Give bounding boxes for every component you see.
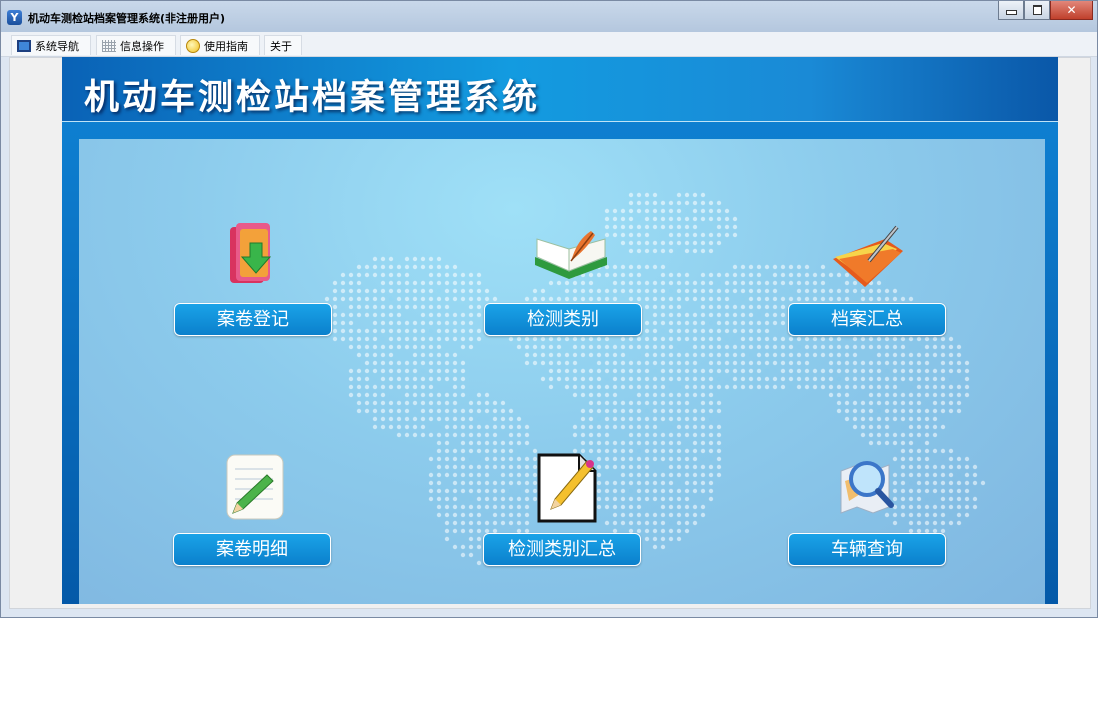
tab-label: 系统导航: [35, 39, 79, 53]
case-registration-button[interactable]: 案卷登记: [174, 303, 332, 336]
case-details-button[interactable]: 案卷明细: [173, 533, 331, 566]
title-bar[interactable]: Y 机动车测检站档案管理系统(非注册用户) ✕: [1, 1, 1097, 32]
map-magnifier-icon[interactable]: [835, 451, 901, 517]
window-controls: ✕: [998, 1, 1093, 20]
minimize-button[interactable]: [998, 1, 1024, 20]
lightbulb-icon: [186, 38, 200, 53]
main-panel: 机动车测检站档案管理系统 案卷登记 检测类别 档案汇总 案卷明细 检测类别汇总 …: [62, 57, 1058, 604]
banner: 机动车测检站档案管理系统: [62, 57, 1058, 122]
tab-label: 关于: [270, 39, 292, 53]
tab-label: 信息操作: [120, 39, 164, 53]
tab-user-guide[interactable]: 使用指南: [180, 35, 260, 55]
open-book-quill-icon[interactable]: [529, 227, 613, 291]
inspection-category-button[interactable]: 检测类别: [484, 303, 642, 336]
minimize-icon: [1005, 10, 1017, 15]
function-panel: 案卷登记 检测类别 档案汇总 案卷明细 检测类别汇总 车辆查询: [79, 139, 1045, 604]
notepad-pencil-icon[interactable]: [223, 451, 287, 523]
tab-system-navigation[interactable]: 系统导航: [11, 35, 91, 55]
close-button[interactable]: ✕: [1050, 1, 1093, 20]
inspection-category-summary-button[interactable]: 检测类别汇总: [483, 533, 641, 566]
grid-icon: [102, 39, 116, 52]
window-title: 机动车测检站档案管理系统(非注册用户): [28, 12, 226, 25]
tab-label: 使用指南: [204, 39, 248, 53]
menu-bar: 系统导航 信息操作 使用指南 关于: [1, 32, 1097, 57]
restore-button[interactable]: [1024, 1, 1050, 20]
restore-icon: [1032, 5, 1042, 15]
archive-summary-button[interactable]: 档案汇总: [788, 303, 946, 336]
folder-pen-icon[interactable]: [827, 221, 909, 293]
close-icon: ✕: [1066, 3, 1077, 17]
folder-download-icon[interactable]: [222, 219, 290, 291]
app-logo-icon[interactable]: Y: [7, 10, 22, 25]
banner-title: 机动车测检站档案管理系统: [84, 78, 541, 118]
document-pencil-icon[interactable]: [535, 451, 599, 525]
tab-about[interactable]: 关于: [264, 35, 302, 55]
vehicle-query-button[interactable]: 车辆查询: [788, 533, 946, 566]
monitor-icon: [17, 39, 31, 52]
tab-information-operations[interactable]: 信息操作: [96, 35, 176, 55]
